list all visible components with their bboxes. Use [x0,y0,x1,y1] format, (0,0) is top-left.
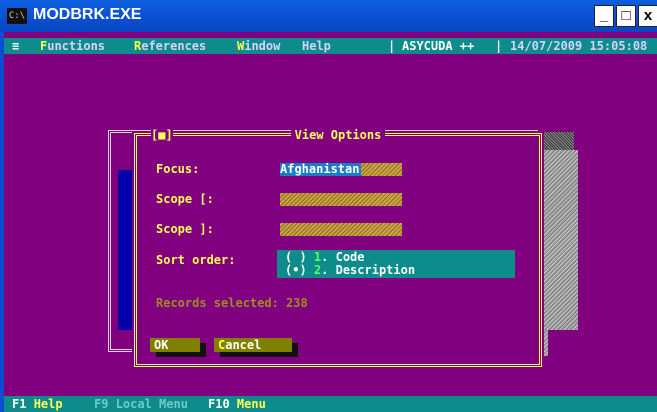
records-selected: Records selected: 238 [156,296,308,310]
menu-label: eferences [141,39,207,53]
status-label: Help [33,397,63,411]
status-label: Menu [236,397,266,411]
sort-option-description[interactable]: (•) 2. Description [285,264,415,277]
status-menu[interactable]: F10 Menu [208,396,266,412]
menu-help[interactable]: Help [302,38,331,54]
menu-label: indow [244,39,281,53]
focus-field[interactable]: Afghanistan [280,163,402,176]
menu-bar: ≡ Functions References Window Help | ASY… [4,38,657,54]
dialog-title-wrap: View Options [137,128,539,142]
status-key: F9 [94,397,109,411]
maximize-button[interactable]: □ [616,5,636,27]
scope-to-field[interactable] [280,223,402,236]
minimize-button[interactable]: _ [594,5,614,27]
radio-button[interactable]: ( ) [285,250,307,264]
menu-functions[interactable]: Functions [40,38,105,54]
ok-button[interactable]: OK [150,338,200,352]
console-window: C:\ MODBRK.EXE _ □ x ≡ Functions Referen… [0,0,657,412]
scope-from-label: Scope [: [156,192,214,206]
cancel-label: ancel [225,338,262,352]
sort-order-group: ( ) 1. Code (•) 2. Description [277,250,515,278]
cmd-icon[interactable]: C:\ [7,8,27,24]
status-key: F10 [208,397,230,411]
menu-separator: | [388,39,396,53]
system-menu-icon[interactable]: ≡ [12,38,19,54]
status-label: Local Menu [115,397,188,411]
menu-references[interactable]: References [134,38,206,54]
menu-window[interactable]: Window [237,38,280,54]
option-label: . Code [321,250,365,264]
status-help[interactable]: F1 Help [12,396,63,412]
view-options-dialog: [■] View Options Focus: Afghanistan Scop… [132,128,544,369]
console-area: ≡ Functions References Window Help | ASY… [0,32,657,412]
menu-label: unctions [47,39,106,53]
scope-from-field[interactable] [280,193,402,206]
option-label: . Description [321,263,416,277]
window-title: MODBRK.EXE [33,6,142,23]
status-local-menu: F9 Local Menu [94,396,188,412]
cancel-button[interactable]: Cancel [214,338,292,352]
status-key: F1 [12,397,27,411]
close-button[interactable]: x [638,5,657,27]
sort-order-label: Sort order: [156,253,236,267]
title-bar[interactable]: C:\ MODBRK.EXE _ □ x [0,0,657,32]
dialog-title: View Options [290,128,386,142]
scope-to-label: Scope ]: [156,222,214,236]
app-name: ASYCUDA ++ [402,39,475,53]
menu-separator: | [495,39,503,53]
dialog-frame: [■] View Options Focus: Afghanistan Scop… [134,128,542,367]
datetime: 14/07/2009 15:05:08 [510,39,648,53]
ok-label: OK [154,338,169,352]
radio-button[interactable]: (•) [285,263,307,277]
status-bar: F1 Help F9 Local Menu F10 Menu [4,396,657,412]
focus-label: Focus: [156,162,200,176]
focus-value: Afghanistan [280,162,362,176]
